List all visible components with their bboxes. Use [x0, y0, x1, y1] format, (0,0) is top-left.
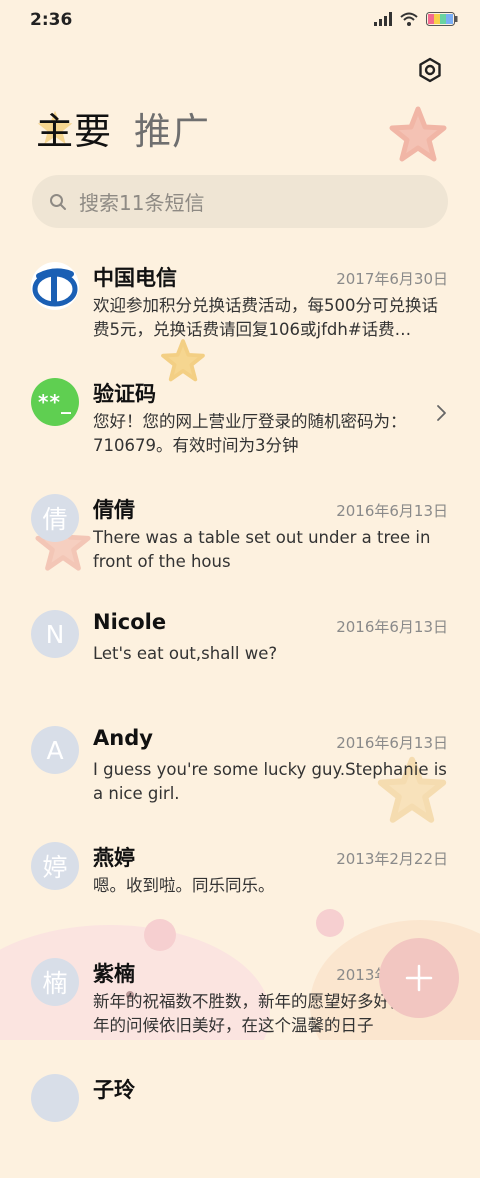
star-decoration-icon — [389, 106, 447, 162]
status-time: 2:36 — [30, 10, 73, 30]
avatar: 楠 — [31, 958, 79, 1006]
conversation-item[interactable]: **_ 验证码 您好！您的网上营业厅登录的随机密码为：710679。有效时间为3… — [0, 366, 480, 482]
plus-icon — [405, 964, 433, 992]
conversation-item[interactable]: 子玲 — [0, 1062, 480, 1178]
tab-bar: 主要 推广 — [36, 108, 210, 156]
conversation-item[interactable]: 倩 倩倩 2016年6月13日 There was a table set ou… — [0, 482, 480, 598]
contact-name: 验证码 — [93, 382, 156, 406]
conversation-item[interactable]: 中国电信 2017年6月30日 欢迎参加积分兑换话费活动，每500分可兑换话费5… — [0, 250, 480, 366]
message-preview: 嗯。收到啦。同乐同乐。 — [93, 876, 275, 895]
contact-name: 燕婷 — [93, 846, 135, 870]
message-preview: There was a table set out under a tree i… — [93, 528, 431, 571]
conversation-item[interactable]: A Andy 2016年6月13日 I guess you're some lu… — [0, 714, 480, 830]
contact-name: Nicole — [93, 610, 167, 634]
wifi-icon — [400, 12, 418, 26]
avatar: N — [31, 610, 79, 658]
conversation-item[interactable]: N Nicole 2016年6月13日 Let's eat out,shall … — [0, 598, 480, 714]
tab-main[interactable]: 主要 — [36, 108, 112, 156]
status-icons — [374, 12, 458, 26]
contact-name: 紫楠 — [93, 962, 135, 986]
message-date: 2016年6月13日 — [336, 502, 448, 520]
message-preview: 您好！您的网上营业厅登录的随机密码为：710679。有效时间为3分钟 — [93, 412, 407, 455]
contact-name: 倩倩 — [93, 498, 135, 522]
china-telecom-logo-icon — [32, 268, 78, 307]
message-preview: I guess you're some lucky guy.Stephanie … — [93, 760, 447, 803]
search-bar[interactable]: 搜索11条短信 — [32, 175, 448, 228]
battery-icon — [426, 12, 458, 26]
conversation-item[interactable]: 婷 燕婷 2013年2月22日 嗯。收到啦。同乐同乐。 — [0, 830, 480, 946]
signal-icon — [374, 12, 392, 26]
settings-icon — [419, 57, 441, 83]
chevron-right-icon[interactable] — [436, 404, 448, 422]
message-list: 中国电信 2017年6月30日 欢迎参加积分兑换话费活动，每500分可兑换话费5… — [0, 250, 480, 1178]
avatar: A — [31, 726, 79, 774]
avatar: 倩 — [31, 494, 79, 542]
message-date: 2013年2月22日 — [336, 850, 448, 868]
avatar — [31, 1074, 79, 1122]
contact-name: Andy — [93, 726, 153, 750]
contact-name: 中国电信 — [93, 266, 177, 290]
settings-button[interactable] — [416, 56, 444, 84]
search-icon — [50, 193, 66, 210]
compose-button[interactable] — [379, 938, 459, 1018]
contact-name: 子玲 — [93, 1078, 135, 1102]
status-bar: 2:36 — [0, 0, 480, 40]
avatar: **_ — [31, 378, 79, 426]
message-date: 2017年6月30日 — [336, 270, 448, 288]
search-input[interactable]: 搜索11条短信 — [79, 187, 204, 216]
message-date: 2016年6月13日 — [336, 734, 448, 752]
message-preview: Let's eat out,shall we? — [93, 644, 278, 663]
avatar — [31, 262, 79, 310]
message-date: 2016年6月13日 — [336, 618, 448, 636]
avatar: 婷 — [31, 842, 79, 890]
tab-promotion[interactable]: 推广 — [134, 108, 210, 156]
message-preview: 欢迎参加积分兑换话费活动，每500分可兑换话费5元，兑换话费请回复106或jfd… — [93, 296, 438, 339]
